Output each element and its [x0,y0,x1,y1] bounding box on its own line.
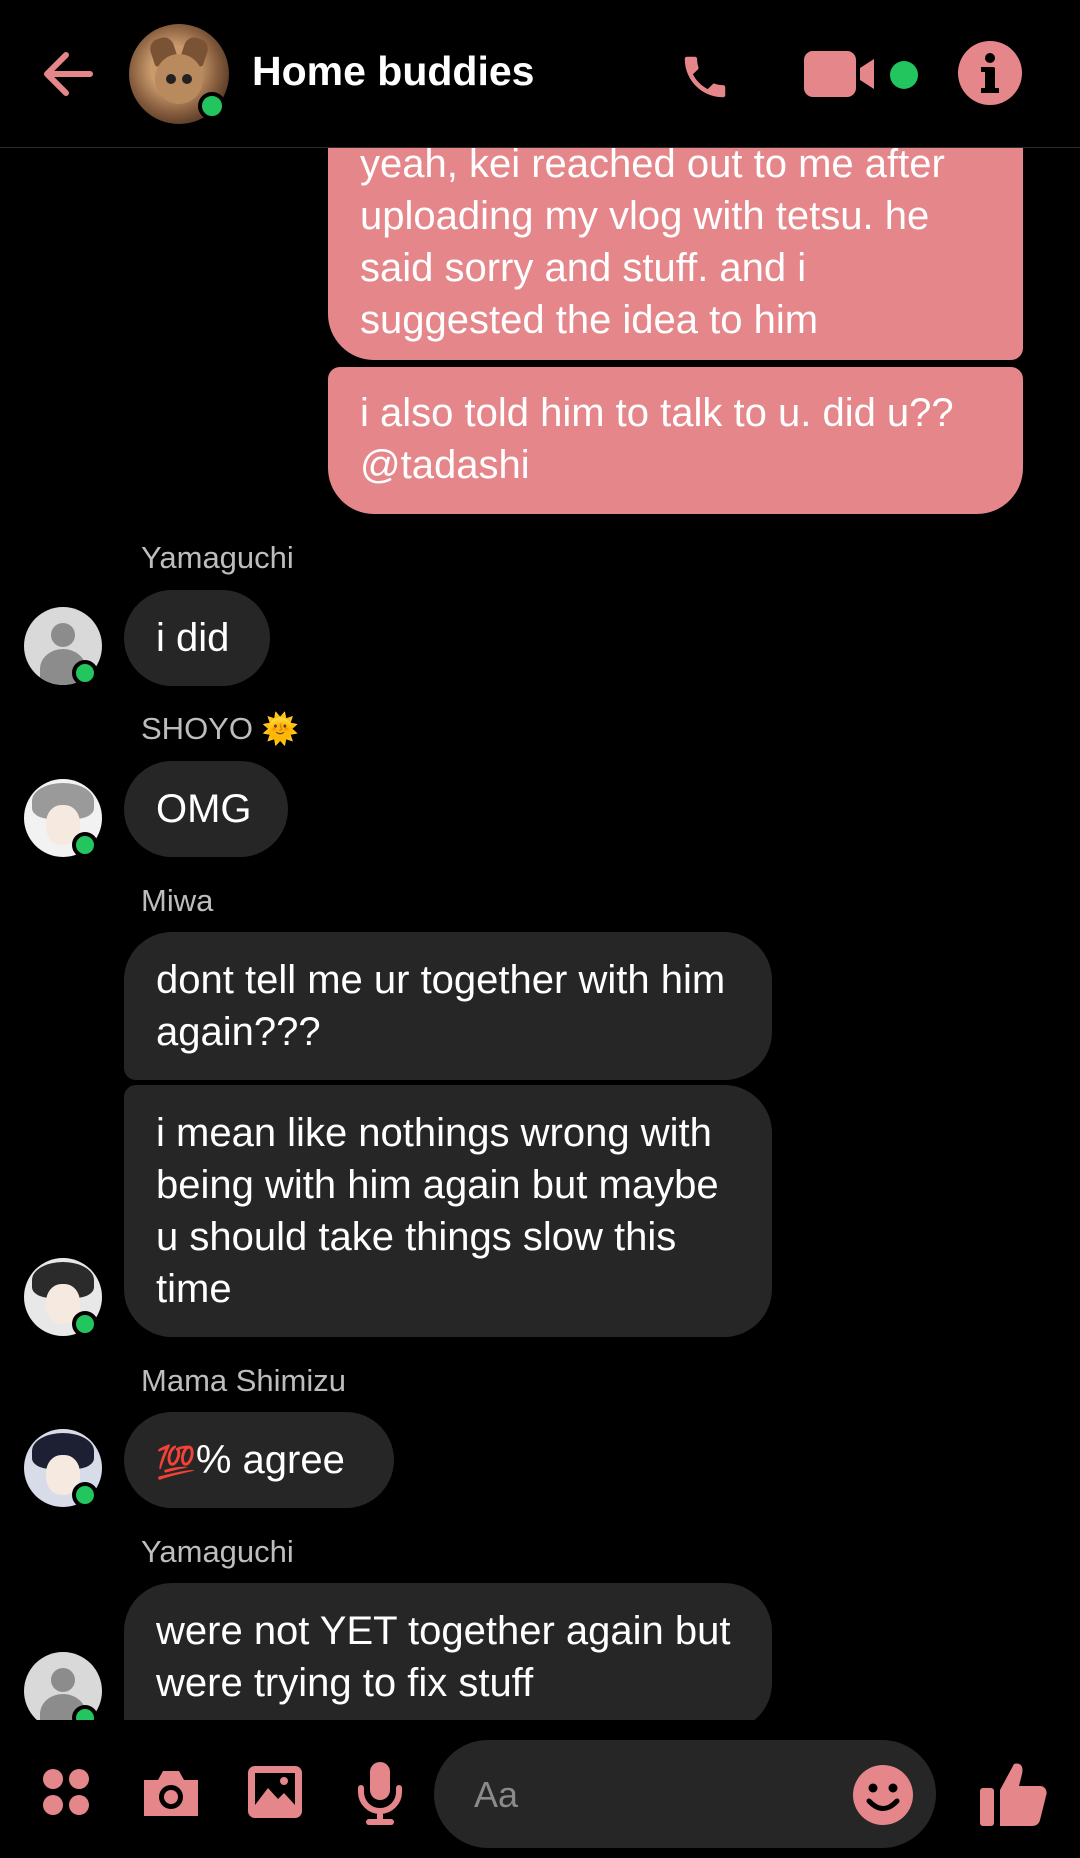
message-bubble-received[interactable]: OMG [124,761,288,857]
microphone-icon[interactable] [356,1760,404,1826]
message-input[interactable] [472,1768,836,1822]
sender-name-row: SHOYO 🌞 [141,711,299,747]
phone-icon[interactable] [678,50,732,104]
composer-bar [0,1720,1080,1858]
emoji-icon[interactable] [852,1764,914,1826]
thumbs-up-icon[interactable] [978,1758,1048,1828]
sun-emoji: 🌞 [261,713,299,746]
gallery-icon[interactable] [246,1764,304,1820]
avatar-silhouette-head [51,1668,75,1692]
back-arrow-icon[interactable] [38,44,98,104]
chat-header: Home buddies [0,0,1080,148]
message-bubble-received[interactable]: i did [124,590,270,686]
message-bubble-received[interactable]: were not YET together again but were try… [124,1583,772,1731]
avatar-silhouette-head [51,623,75,647]
sender-name: Yamaguchi [141,540,294,575]
sender-name: SHOYO [141,711,253,746]
sender-name: Miwa [141,883,214,918]
avatar-cat-eye [166,74,176,84]
conversation-title[interactable]: Home buddies [252,48,534,95]
sender-name: Yamaguchi [141,1534,294,1569]
online-indicator [198,92,226,120]
camera-icon[interactable] [140,1766,202,1820]
online-indicator [72,660,98,686]
info-icon[interactable] [958,41,1022,105]
sender-name: Mama Shimizu [141,1363,346,1398]
hundred-points-emoji: 💯 [156,1444,196,1480]
message-bubble-sent[interactable]: i also told him to talk to u. did u?? @t… [328,367,1023,514]
message-text: % agree [195,1438,345,1482]
message-bubble-sent[interactable]: yeah, kei reached out to me after upload… [328,112,1023,360]
avatar-cat-eye [182,74,192,84]
active-call-indicator [890,61,918,89]
online-indicator [72,832,98,858]
message-bubble-received[interactable]: dont tell me ur together with him again?… [124,932,772,1080]
avatar-cat-face [155,54,203,104]
video-icon[interactable] [804,51,880,97]
online-indicator [72,1482,98,1508]
message-composer[interactable] [434,1740,936,1848]
message-bubble-received[interactable]: 💯% agree [124,1412,394,1508]
message-bubble-received[interactable]: i mean like nothings wrong with being wi… [124,1085,772,1337]
online-indicator [72,1311,98,1337]
apps-grid-icon[interactable] [42,1768,90,1816]
